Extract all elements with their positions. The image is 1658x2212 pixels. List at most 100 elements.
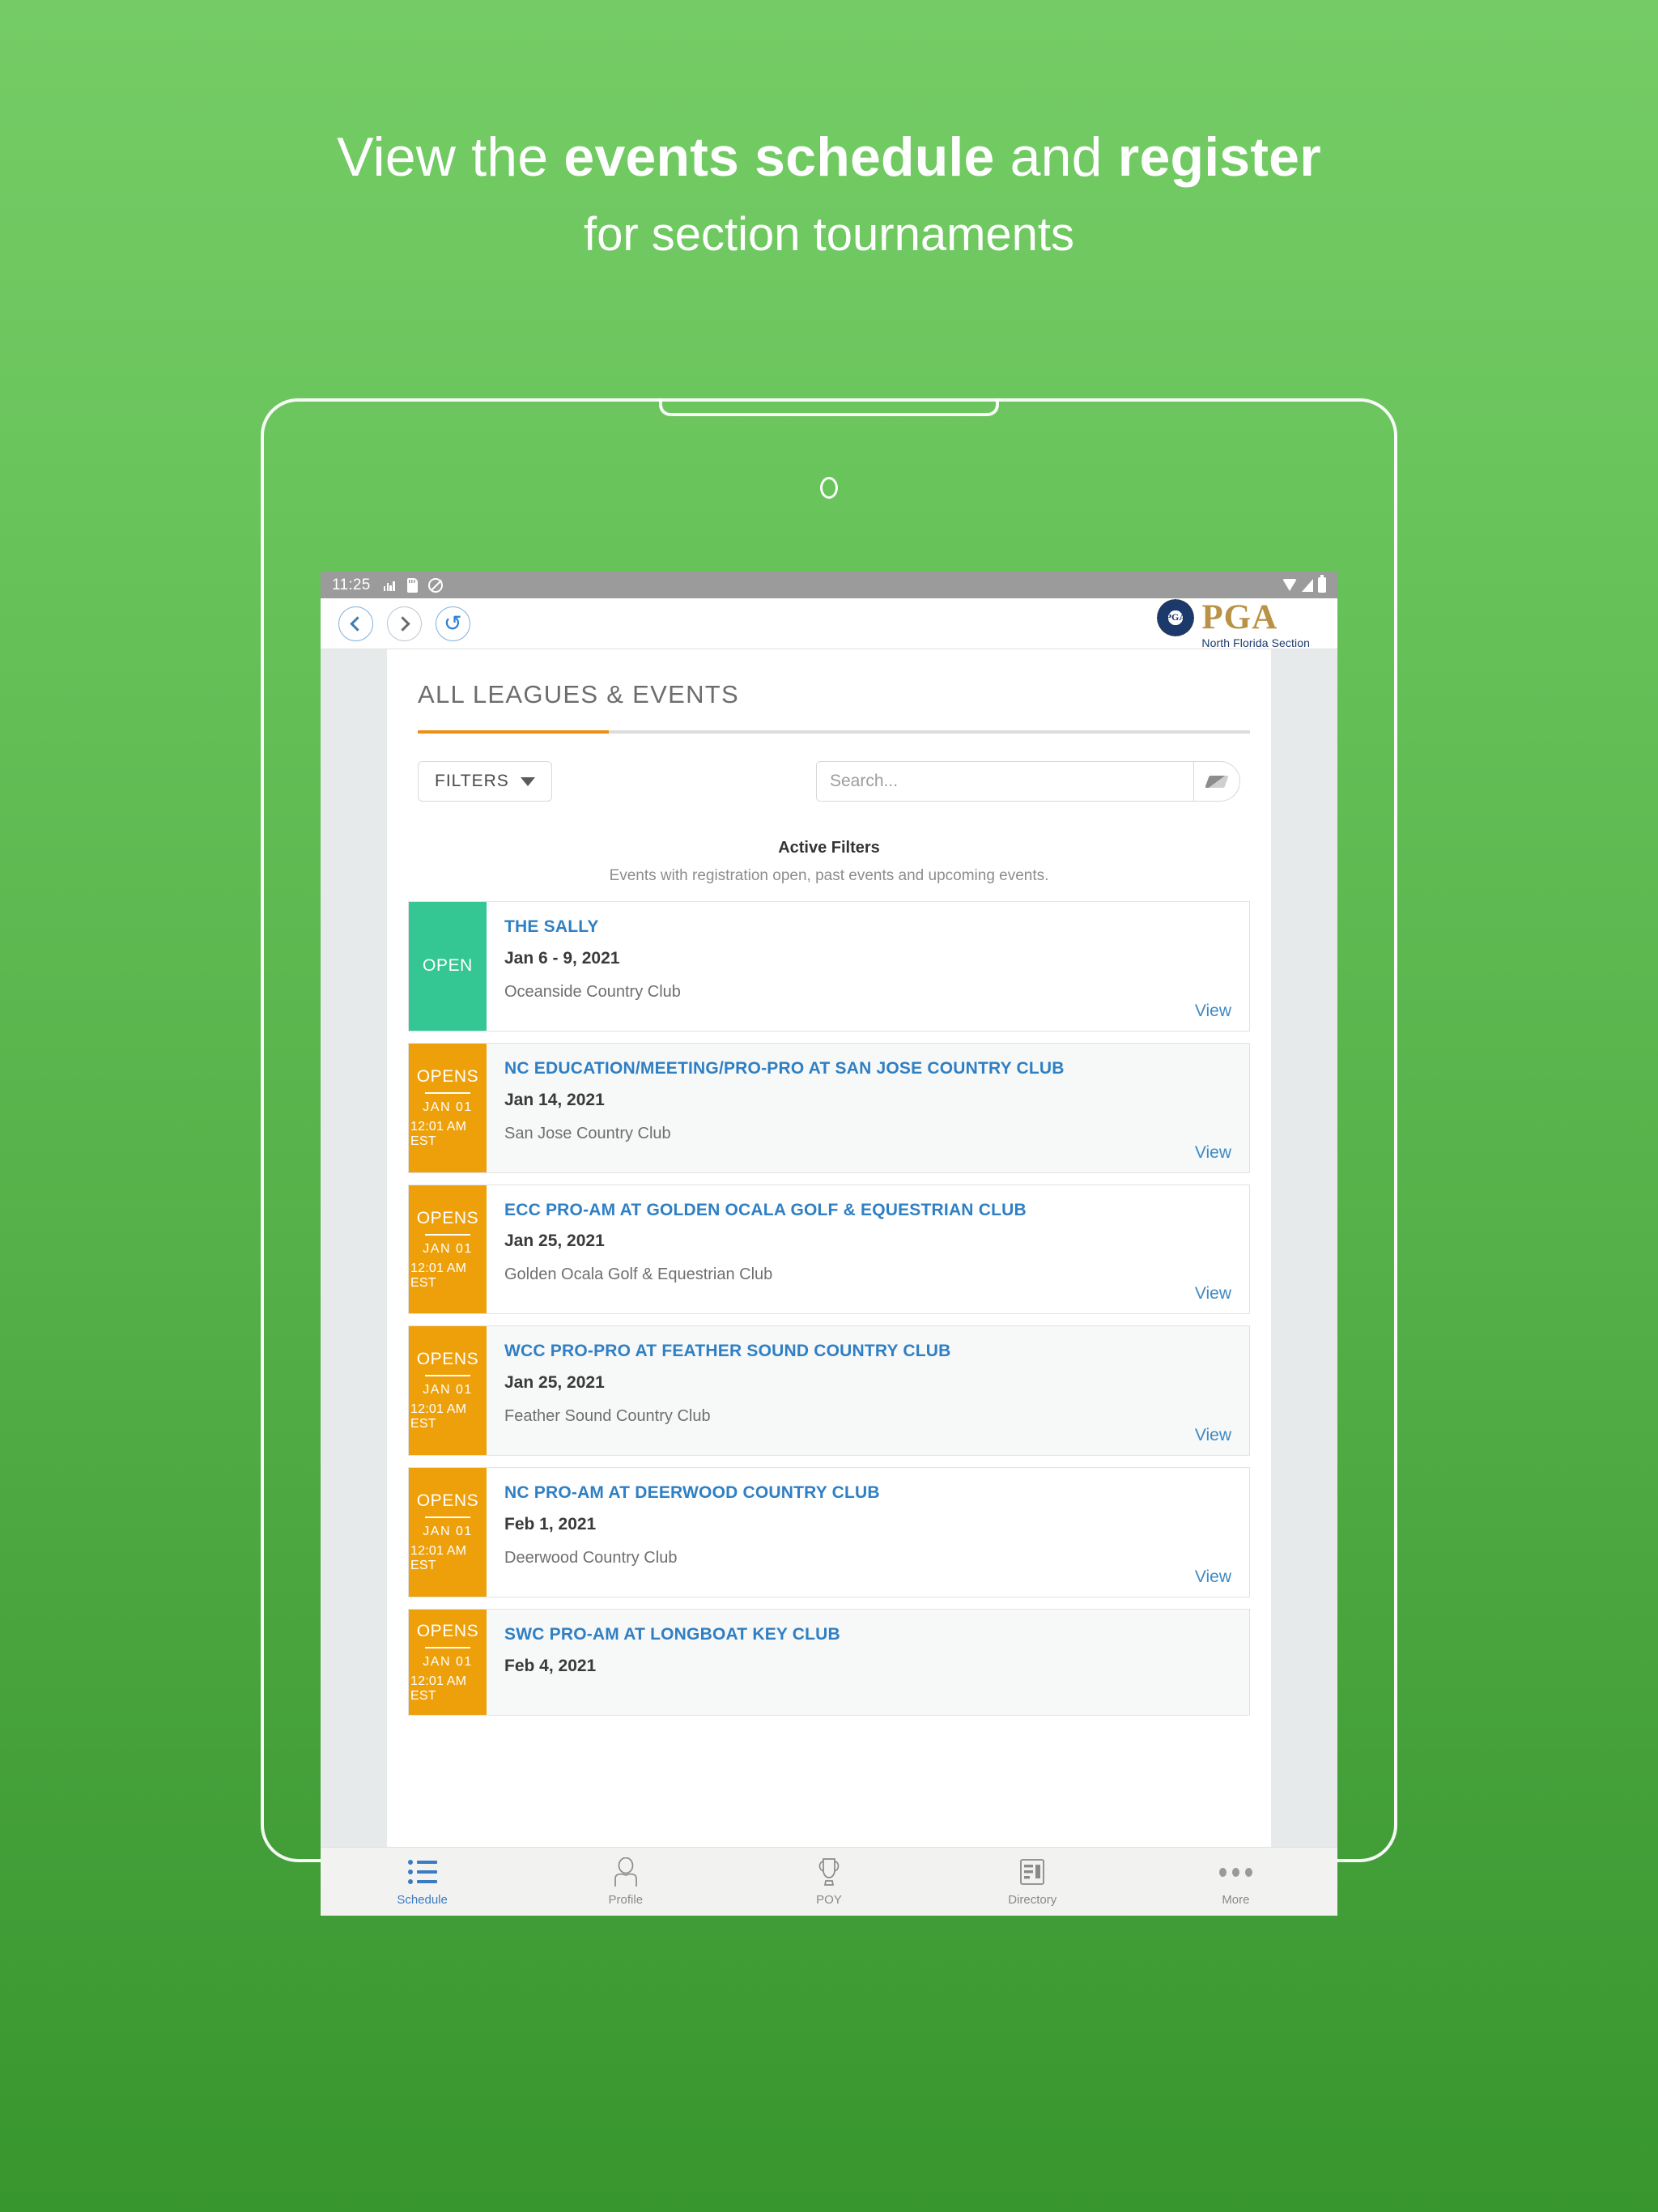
event-card[interactable]: OPEN THE SALLY Jan 6 - 9, 2021 Oceanside Co… [408,901,1250,1032]
tab-schedule[interactable]: Schedule [321,1857,524,1907]
event-title[interactable]: WCC PRO-PRO AT FEATHER SOUND COUNTRY CLU… [504,1339,1231,1363]
page-title-underline [418,730,1250,734]
search-input[interactable] [816,761,1193,802]
event-date: Jan 25, 2021 [504,1231,605,1251]
event-date: Feb 1, 2021 [504,1515,597,1534]
tab-icon-wrap [407,1857,437,1887]
registration-open-date: JAN 01 [423,1654,473,1669]
status-badge-label: OPEN [423,956,473,976]
event-view-link[interactable]: View [1195,1002,1231,1021]
pga-wordmark: PGA North Florida Section [1201,599,1310,649]
event-date: Jan 6 - 9, 2021 [504,948,620,968]
status-badge: OPENS JAN 01 12:01 AM EST [409,1043,487,1172]
event-venue: Golden Ocala Golf & Equestrian Club [504,1266,773,1284]
registration-open-time: 12:01 AM EST [410,1544,467,1573]
status-bar-left-icons [383,577,443,593]
status-bar-right-icons [1282,575,1326,593]
back-button[interactable] [338,606,373,641]
event-card[interactable]: OPENS JAN 01 12:01 AM EST SWC PRO-AM AT LON… [408,1609,1250,1716]
registration-open-date: JAN 01 [423,1383,473,1397]
event-venue: Oceanside Country Club [504,982,681,1001]
bottom-tab-bar: Schedule Profile POY Directory More [321,1847,1337,1916]
event-view-link[interactable]: View [1195,1284,1231,1304]
tab-icon-wrap [1218,1857,1252,1887]
tab-label: More [1222,1893,1250,1907]
event-card-body: SWC PRO-AM AT LONGBOAT KEY CLUB Feb 4, 20… [487,1610,1249,1715]
status-badge-divider [425,1233,470,1236]
front-camera-icon [820,477,838,499]
right-gutter [1271,649,1337,1847]
main-content: ALL LEAGUES & EVENTS FILTERS Active Filt… [387,649,1271,1847]
status-badge: OPEN [409,902,487,1031]
event-view-link[interactable]: View [1195,1568,1231,1587]
event-title[interactable]: NC PRO-AM AT DEERWOOD COUNTRY CLUB [504,1481,1231,1505]
status-badge: OPENS JAN 01 12:01 AM EST [409,1326,487,1456]
status-badge-label: OPENS [416,1350,479,1369]
event-title[interactable]: SWC PRO-AM AT LONGBOAT KEY CLUB [504,1623,1231,1647]
registration-open-date: JAN 01 [423,1241,473,1256]
tab-profile[interactable]: Profile [524,1857,727,1907]
status-badge: OPENS JAN 01 12:01 AM EST [409,1610,487,1716]
event-card-body: WCC PRO-PRO AT FEATHER SOUND COUNTRY CLU… [487,1326,1249,1455]
wifi-icon [1282,579,1297,591]
refresh-button[interactable]: ↻ [436,606,470,641]
filter-toolbar: FILTERS [408,734,1250,802]
event-view-link[interactable]: View [1195,1426,1231,1445]
event-view-link[interactable]: View [1195,1143,1231,1163]
tab-label: Directory [1008,1893,1057,1907]
pga-seal-icon: PGA [1157,598,1195,636]
tab-icon-wrap [815,1857,843,1887]
event-date: Jan 14, 2021 [504,1090,605,1109]
promo-text-view-the: View the [337,126,564,188]
event-venue: San Jose Country Club [504,1124,671,1142]
chevron-down-icon [520,776,535,786]
status-badge-divider [425,1091,470,1094]
device-speaker-top [659,398,999,416]
status-badge: OPENS JAN 01 12:01 AM EST [409,1468,487,1597]
event-card[interactable]: OPENS JAN 01 12:01 AM EST NC PRO-AM AT DEER… [408,1467,1250,1598]
tab-label: Schedule [397,1893,448,1907]
event-card[interactable]: OPENS JAN 01 12:01 AM EST ECC PRO-AM AT GOL… [408,1184,1250,1315]
event-title[interactable]: ECC PRO-AM AT GOLDEN OCALA GOLF & EQUEST… [504,1198,1231,1223]
registration-open-time: 12:01 AM EST [410,1261,467,1290]
person-icon [614,1857,637,1887]
filters-button-label: FILTERS [435,772,509,790]
tab-label: POY [816,1893,842,1907]
pga-wordmark-text: PGA [1201,598,1278,636]
status-badge: OPENS JAN 01 12:01 AM EST [409,1185,487,1314]
tab-directory[interactable]: Directory [931,1857,1134,1907]
registration-open-time: 12:01 AM EST [410,1402,467,1431]
event-card-body: ECC PRO-AM AT GOLDEN OCALA GOLF & EQUEST… [487,1185,1249,1314]
filters-button[interactable]: FILTERS [418,761,552,802]
event-card[interactable]: OPENS JAN 01 12:01 AM EST NC EDUCATION/MEET… [408,1042,1250,1173]
event-title[interactable]: NC EDUCATION/MEETING/PRO-PRO AT SAN JOSE… [504,1057,1231,1081]
event-date: Jan 25, 2021 [504,1373,605,1393]
event-title[interactable]: THE SALLY [504,915,1231,939]
status-badge-label: OPENS [416,1621,479,1640]
event-card-body: THE SALLY Jan 6 - 9, 2021 Oceanside Countr… [487,902,1249,1031]
chevron-left-icon [350,615,365,632]
promo-headline: View the events schedule and register fo… [0,121,1658,266]
sd-card-icon [406,577,418,593]
event-card-list: OPEN THE SALLY Jan 6 - 9, 2021 Oceanside Co… [408,901,1250,1716]
forward-button[interactable] [387,606,422,641]
event-card-body: NC EDUCATION/MEETING/PRO-PRO AT SAN JOSE… [487,1044,1249,1172]
event-venue: Feather Sound Country Club [504,1407,711,1426]
registration-open-time: 12:01 AM EST [410,1119,467,1148]
tab-poy[interactable]: POY [727,1857,930,1907]
event-card[interactable]: OPENS JAN 01 12:01 AM EST WCC PRO-PRO AT FE… [408,1325,1250,1457]
event-venue: Deerwood Country Club [504,1549,678,1568]
trophy-icon [818,1858,840,1886]
status-badge-label: OPENS [416,1491,479,1511]
tablet-screen: 11:25 ↻ PGA PGA North Florida Section AL… [321,572,1337,1916]
android-status-bar: 11:25 [321,572,1337,598]
status-badge-divider [425,1516,470,1519]
left-gutter [321,649,387,1847]
search-box [816,761,1240,802]
tab-more[interactable]: More [1134,1857,1337,1907]
app-header: ↻ PGA PGA North Florida Section [321,598,1337,649]
promo-line-1: View the events schedule and register [0,121,1658,193]
page-title: ALL LEAGUES & EVENTS [418,680,740,708]
clear-search-button[interactable] [1193,761,1240,802]
pga-logo: PGA PGA North Florida Section [1157,598,1320,649]
